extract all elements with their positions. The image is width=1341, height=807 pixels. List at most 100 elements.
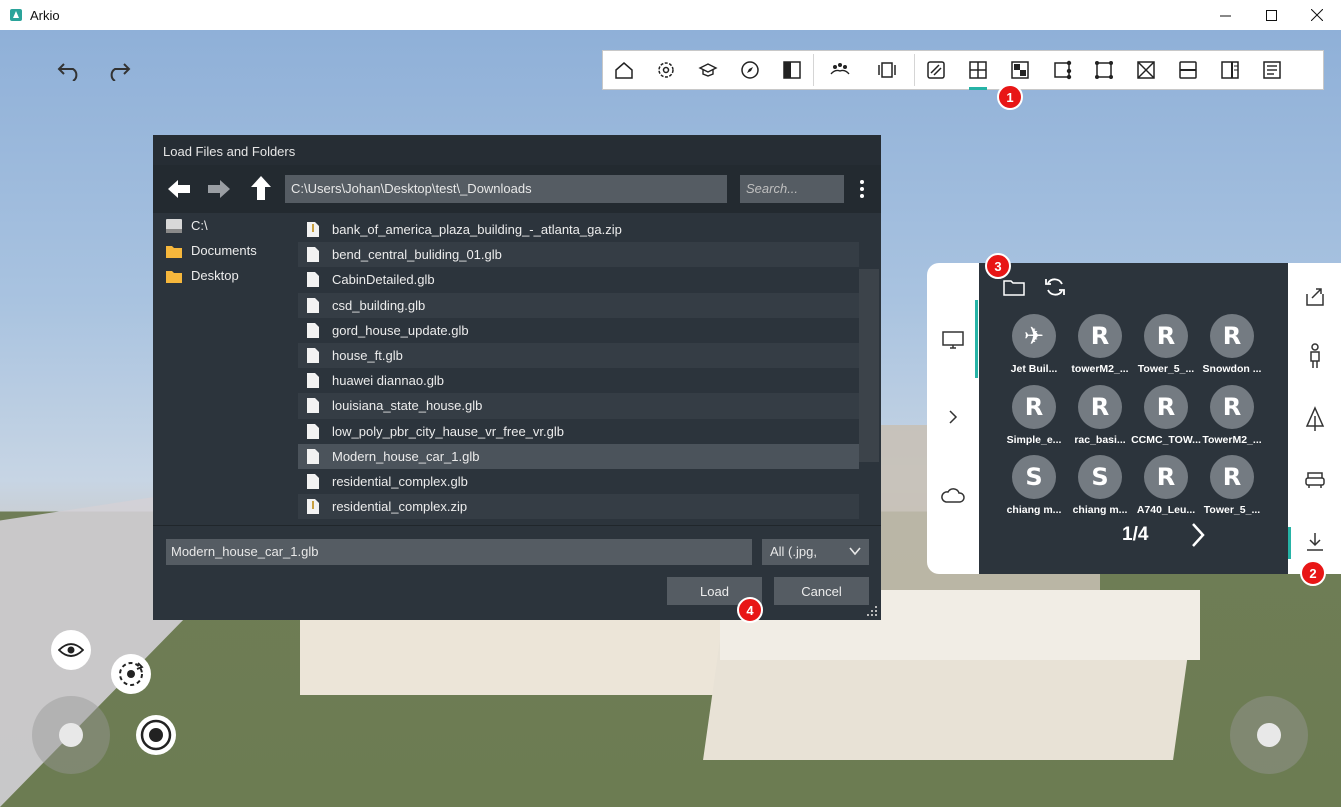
model-tile[interactable]: Rrac_basi... xyxy=(1067,385,1133,451)
model-tile[interactable]: Schiang m... xyxy=(1067,455,1133,521)
cloud-source-button[interactable] xyxy=(939,483,967,507)
next-page-button[interactable] xyxy=(1188,521,1208,554)
model-tile[interactable]: R Tower_5_... xyxy=(1199,455,1265,521)
notes-button[interactable] xyxy=(1251,50,1293,90)
dot-icon xyxy=(860,179,864,184)
undo-button[interactable] xyxy=(54,58,84,84)
list-item[interactable]: louisiana_state_house.glb xyxy=(298,393,859,419)
list-item[interactable]: bank_of_america_plaza_building_-_atlanta… xyxy=(298,217,859,242)
look-joystick[interactable] xyxy=(1230,696,1308,774)
compass-icon xyxy=(741,61,759,79)
active-tab-indicator xyxy=(975,300,978,378)
list-item[interactable]: house_ft.glb xyxy=(298,342,859,369)
elevation-icon xyxy=(1221,61,1239,79)
maximize-button[interactable] xyxy=(1248,0,1294,30)
visibility-button[interactable] xyxy=(51,630,91,670)
list-item[interactable]: low_poly_pbr_city_hause_vr_free_vr.glb xyxy=(298,419,859,444)
refresh-button[interactable] xyxy=(1043,276,1067,303)
sidebar-toggle-button[interactable] xyxy=(771,50,813,90)
file-name: csd_building.glb xyxy=(332,297,426,313)
expand-panel-button[interactable] xyxy=(939,405,967,429)
folder-icon xyxy=(166,270,182,283)
armchair-icon xyxy=(1305,472,1325,488)
sidebar-item-drive[interactable]: C:\ xyxy=(153,213,296,238)
open-folder-button[interactable] xyxy=(1002,277,1026,302)
teleport-button[interactable] xyxy=(136,715,176,755)
delete-box-button[interactable] xyxy=(1125,50,1167,90)
list-item[interactable]: gord_house_update.glb xyxy=(298,318,859,343)
model-tile[interactable]: R Tower_5_... xyxy=(1133,314,1199,380)
model-tile[interactable]: RtowerM2_... xyxy=(1067,314,1133,380)
file-name: Modern_house_car_1.glb xyxy=(332,448,480,464)
tile-label: CCMC_TOW... xyxy=(1131,434,1201,446)
list-item[interactable]: CabinDetailed.glb xyxy=(298,267,859,292)
cancel-button[interactable]: Cancel xyxy=(774,577,869,605)
learn-button[interactable] xyxy=(687,50,729,90)
local-source-button[interactable] xyxy=(939,328,967,352)
sidebar-item-desktop[interactable]: Desktop xyxy=(153,263,296,288)
file-icon xyxy=(307,272,319,288)
file-list-scrollbar[interactable] xyxy=(859,269,879,462)
model-tile[interactable]: R CCMC_TOW... xyxy=(1131,385,1201,451)
refresh-icon xyxy=(1045,278,1065,296)
users-button[interactable] xyxy=(814,50,866,90)
furniture-category-button[interactable] xyxy=(1301,465,1329,493)
file-icon xyxy=(307,373,319,389)
move-joystick[interactable] xyxy=(32,696,110,774)
resize-grip-icon[interactable] xyxy=(865,604,879,618)
chevron-right-icon xyxy=(949,410,958,424)
list-item-selected[interactable]: Modern_house_car_1.glb xyxy=(298,443,859,469)
people-category-button[interactable] xyxy=(1301,342,1329,370)
sidebar-item-documents[interactable]: Documents xyxy=(153,238,296,263)
settings-button[interactable] xyxy=(645,50,687,90)
step-badge-1: 1 xyxy=(997,84,1023,110)
step-badge-2: 2 xyxy=(1300,560,1326,586)
forward-button[interactable] xyxy=(204,176,234,202)
path-input[interactable]: C:\Users\Johan\Desktop\test\_Downloads xyxy=(285,175,727,203)
bounds-button[interactable] xyxy=(1083,50,1125,90)
draw-button[interactable] xyxy=(915,50,957,90)
list-item[interactable]: residential_complex.zip xyxy=(298,494,859,520)
more-options-button[interactable] xyxy=(855,175,869,203)
select-button[interactable] xyxy=(1041,50,1083,90)
list-item[interactable]: residential_complex.glb xyxy=(298,469,859,494)
file-name: bank_of_america_plaza_building_-_atlanta… xyxy=(332,222,622,238)
list-item[interactable]: huawei diannao.glb xyxy=(298,368,859,393)
model-tile[interactable]: R TowerM2_... xyxy=(1199,385,1265,451)
import-category-button[interactable] xyxy=(1301,528,1329,556)
views-button[interactable] xyxy=(866,50,908,90)
close-window-button[interactable] xyxy=(1294,0,1340,30)
model-tile[interactable]: R A740_Leu... xyxy=(1133,455,1199,521)
list-item[interactable]: csd_building.glb xyxy=(298,292,859,318)
elevation-button[interactable] xyxy=(1209,50,1251,90)
arrow-right-icon xyxy=(208,180,230,198)
sidebar-item-label: Desktop xyxy=(191,268,239,283)
up-button[interactable] xyxy=(246,175,276,201)
search-input[interactable]: Search... xyxy=(740,175,844,203)
vegetation-category-button[interactable] xyxy=(1301,405,1329,433)
minimize-button[interactable] xyxy=(1202,0,1248,30)
zip-file-icon xyxy=(307,499,319,515)
file-type-select[interactable]: All (.jpg, xyxy=(762,539,869,565)
export-button[interactable] xyxy=(1301,283,1329,311)
orbit-button[interactable] xyxy=(111,654,151,694)
main-toolbar xyxy=(602,50,1324,90)
model-tile[interactable]: ✈ Jet Buil... xyxy=(1001,314,1067,380)
model-tile[interactable]: R Simple_e... xyxy=(1001,385,1067,451)
redo-button[interactable] xyxy=(104,58,134,84)
active-category-indicator xyxy=(1288,527,1291,559)
model-tile[interactable]: Schiang m... xyxy=(1001,455,1067,521)
home-button[interactable] xyxy=(603,50,645,90)
back-button[interactable] xyxy=(164,176,194,202)
filename-input[interactable]: Modern_house_car_1.glb xyxy=(166,539,752,565)
navigate-button[interactable] xyxy=(729,50,771,90)
plan-grid-button[interactable] xyxy=(957,50,999,90)
document-icon xyxy=(1263,61,1281,79)
tile-label: towerM2_... xyxy=(1071,363,1129,375)
list-item[interactable]: bend_central_buliding_01.glb xyxy=(298,242,859,268)
folder-icon xyxy=(166,245,182,258)
section-icon xyxy=(1179,61,1197,79)
model-tile[interactable]: R Snowdon ... xyxy=(1199,314,1265,380)
people-icon xyxy=(830,63,850,75)
section-button[interactable] xyxy=(1167,50,1209,90)
